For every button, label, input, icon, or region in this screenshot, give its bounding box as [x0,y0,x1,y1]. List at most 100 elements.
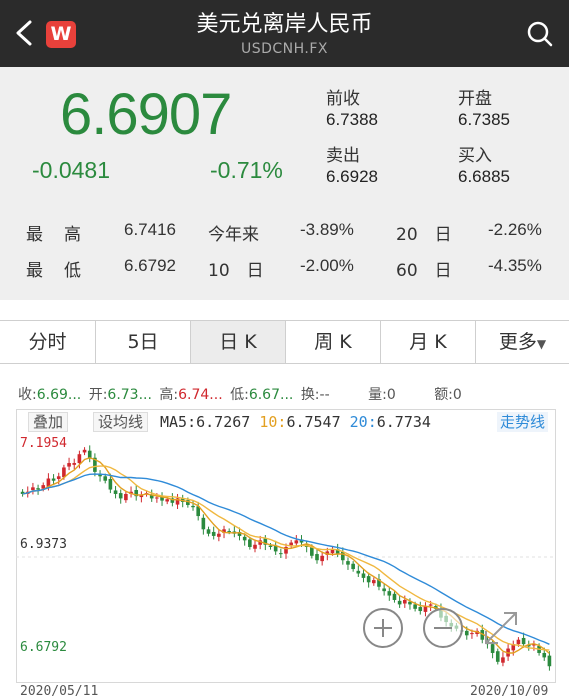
candle-body [495,651,500,662]
high-label-1: 最 [26,225,43,245]
candle-body [67,463,71,467]
amount-value: 0 [452,387,462,403]
candle-body [294,540,299,544]
candle-body [77,454,82,464]
candle-body [315,554,319,561]
ma20-line [22,473,550,645]
ma5-label: MA5: [160,413,197,431]
tab-monthly-k[interactable]: 月 K [381,321,476,363]
prev-close-label: 前收 [326,89,360,109]
candle-body [387,591,392,596]
candle-body [371,580,376,584]
20d-value: -2.26% [488,220,542,239]
plus-icon [374,619,392,637]
candle-body [165,499,170,502]
candle-body [124,493,128,501]
low-value: 6.6792 [124,256,176,275]
sell-label: 卖出 [326,146,360,166]
candle-body [413,604,417,609]
minus-icon [434,627,452,629]
candle-body [418,607,423,612]
sell-value: 6.6928 [326,167,378,186]
high-value: 6.7416 [124,220,176,239]
candle-body [201,517,206,530]
candle-body [470,633,474,635]
10d-value: -2.00% [300,256,354,275]
tab-intraday[interactable]: 分时 [0,321,96,363]
ytd-value: -3.89% [300,220,354,239]
ma20-value: 6.7734 [376,413,431,431]
candle-body [501,657,505,663]
tab-more-label: 更多 [498,331,537,353]
candle-body [191,505,195,508]
volume-value: 0 [386,387,396,403]
candle-body [217,533,221,537]
candle-body [273,546,278,552]
y-axis-min-label: 6.6792 [20,640,67,655]
volume-label: 量: [368,387,387,403]
candle-body [36,488,40,490]
chart-period-tabs: 分时 5日 日 K 周 K 月 K 更多▼ [0,320,569,364]
candle-body [253,544,257,549]
candle-body [547,655,552,667]
tab-5day[interactable]: 5日 [96,321,191,363]
candle-body [402,599,407,604]
page-title: 美元兑离岸人民币 [196,12,373,37]
60d-value: -4.35% [488,256,542,275]
zoom-in-button[interactable] [363,608,403,648]
candle-body [82,449,87,453]
candle-body [108,478,113,490]
tab-more[interactable]: 更多▼ [476,321,569,363]
tab-daily-k[interactable]: 日 K [191,321,286,363]
last-price: 6.6907 [60,82,232,147]
ma10-value: 6.7547 [286,413,341,431]
y-axis-max-label: 7.1954 [20,436,67,451]
candle-body [521,637,526,645]
ma10-label: 10: [259,413,287,431]
candle-body [242,536,247,541]
ma-values: MA5:6.7267 10:6.7547 20:6.7734 [160,413,431,431]
open-info-label: 开: [88,387,108,403]
open-info-value: 6.73... [107,387,152,403]
app-header: W 美元兑离岸人民币 USDCNH.FX [0,0,569,67]
candle-body [361,573,366,578]
search-icon[interactable] [526,20,554,48]
ohlc-info-row: 收:6.69... 开:6.73... 高:6.74... 低:6.67... … [18,384,462,406]
low-info-value: 6.67... [248,387,294,403]
candle-body [268,545,273,547]
trend-line-button[interactable]: 走势线 [497,412,549,432]
fullscreen-icon[interactable] [480,607,522,649]
candle-body [320,555,324,562]
kline-chart[interactable] [16,409,556,683]
price-change: -0.0481 [32,157,111,183]
candle-body [56,476,61,479]
buy-value: 6.6885 [458,167,510,186]
dropdown-arrow-icon: ▼ [536,337,547,351]
ma-settings-button[interactable]: 设均线 [93,412,149,432]
high-info-label: 高: [159,387,179,403]
10d-label: 10 日 [208,261,264,281]
low-info-label: 低: [230,387,249,403]
overlay-button[interactable]: 叠加 [28,412,69,432]
x-axis-end-date: 2020/10/09 [470,684,549,697]
prev-close-value: 6.7388 [326,110,378,129]
20d-label: 20 日 [396,225,452,245]
candle-body [72,463,77,465]
y-axis-mid-label: 6.9373 [20,537,67,552]
quote-panel: 6.6907 -0.0481 -0.71% 前收 6.7388 开盘 6.738… [0,67,569,300]
ma20-label: 20: [349,413,377,431]
candle-body [155,497,159,499]
zoom-out-button[interactable] [423,608,463,648]
tab-weekly-k[interactable]: 周 K [286,321,381,363]
candle-body [31,487,35,490]
candle-body [103,476,108,481]
amount-label: 额: [434,387,453,403]
candle-body [206,529,211,534]
close-value: 6.69... [36,387,82,403]
candle-body [351,563,355,570]
candle-body [346,561,350,565]
candle-body [227,531,231,533]
turnover-label: 换: [300,387,320,403]
symbol-code: USDCNH.FX [240,41,329,57]
candle-body [211,531,216,536]
